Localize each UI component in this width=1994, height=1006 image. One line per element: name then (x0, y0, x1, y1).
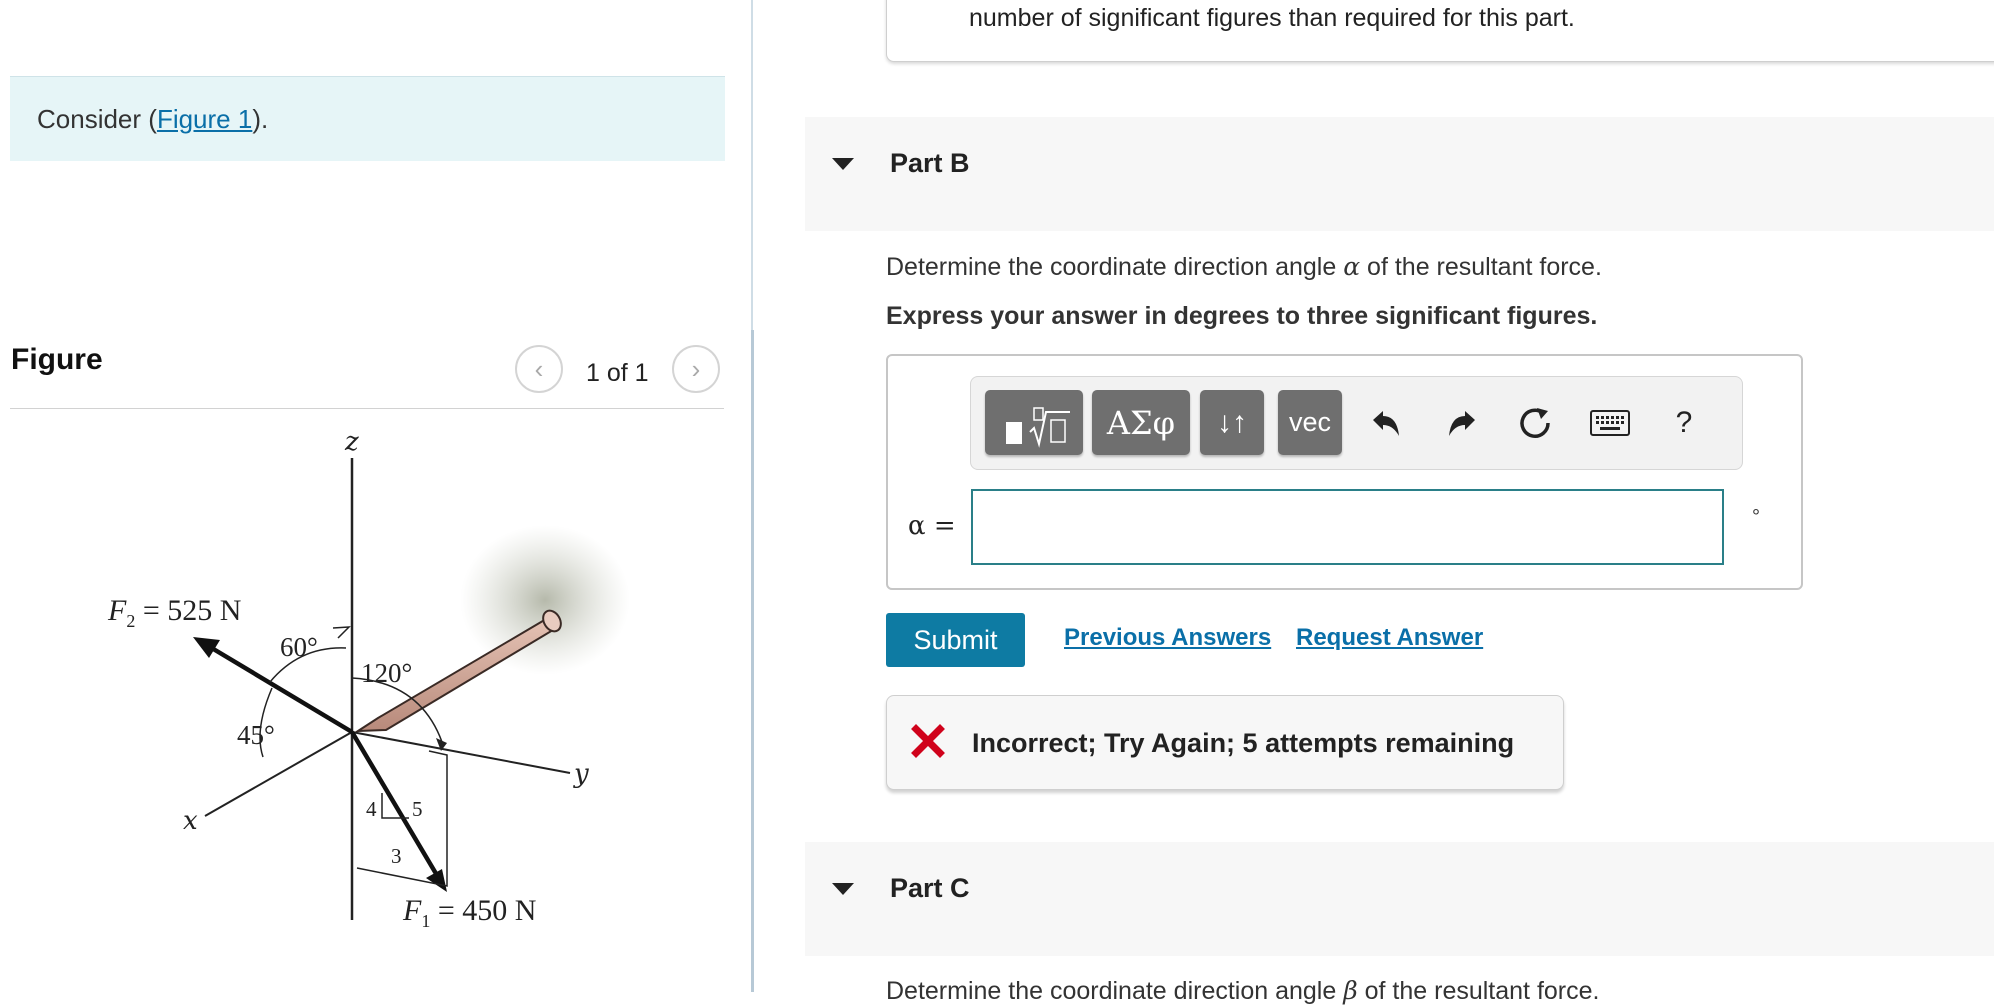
figure-1-link[interactable]: Figure 1 (157, 104, 252, 134)
previous-part-feedback-text: number of significant figures than requi… (969, 4, 1575, 32)
greek-symbols-button[interactable]: ΑΣφ (1092, 390, 1190, 455)
part-c-label: Part C (890, 873, 970, 903)
angle-120-label: 120° (361, 658, 412, 688)
consider-prefix: Consider ( (37, 104, 157, 134)
beta-symbol: β (1343, 976, 1358, 1005)
y-axis-line (351, 731, 571, 774)
part-b-instruction: Express your answer in degrees to three … (886, 302, 1598, 330)
consider-banner: Consider (Figure 1). (10, 76, 725, 161)
submit-button[interactable]: Submit (886, 613, 1025, 667)
consider-suffix: ). (252, 104, 269, 134)
request-answer-link[interactable]: Request Answer (1296, 624, 1483, 652)
triangle-4-label: 4 (366, 797, 377, 821)
chevron-right-icon: › (691, 353, 701, 384)
templates-icon (1006, 406, 1070, 448)
alpha-answer-label: α = (908, 511, 956, 541)
figure-title: Figure (11, 343, 103, 376)
y-axis-label: y (573, 759, 589, 789)
part-b-label: Part B (890, 148, 970, 178)
angle-60-label: 60° (280, 632, 318, 662)
figure-panel: Consider (Figure 1). Figure ‹ 1 of 1 › z… (0, 0, 752, 992)
keyboard-icon (1590, 410, 1630, 436)
alpha-answer-input[interactable] (971, 489, 1724, 565)
alpha-symbol: α (1343, 252, 1361, 281)
figure-counter: 1 of 1 (586, 359, 649, 387)
keyboard-button[interactable] (1588, 401, 1632, 445)
figure-divider (10, 408, 724, 409)
part-b-question: Determine the coordinate direction angle… (886, 252, 1602, 281)
collapse-triangle-icon[interactable] (832, 158, 854, 170)
f2-arrowhead (193, 637, 220, 658)
x-axis-label: x (183, 806, 198, 836)
z-axis-label: z (344, 427, 359, 457)
chevron-left-icon: ‹ (534, 353, 544, 384)
part-b-header[interactable]: Part B (805, 117, 1994, 231)
x-axis-line (204, 731, 353, 817)
collapse-triangle-icon[interactable] (832, 883, 854, 895)
redo-icon (1449, 411, 1475, 436)
help-button[interactable]: ? (1664, 401, 1704, 445)
part-c-header[interactable]: Part C (805, 842, 1994, 956)
part-c-question: Determine the coordinate direction angle… (886, 976, 1600, 1005)
redo-button[interactable] (1442, 401, 1482, 445)
triangle-3-label: 3 (391, 844, 402, 868)
f1-label: F1 = 450 N (402, 894, 536, 931)
previous-figure-button[interactable]: ‹ (515, 345, 563, 393)
f2-label: F2 = 525 N (107, 594, 241, 631)
feedback-message: Incorrect; Try Again; 5 attempts remaini… (972, 728, 1515, 758)
triangle-5-label: 5 (412, 797, 423, 821)
force-diagram-image: z y x F2 = 525 N F1 = 450 N 60° 120° 45°… (107, 427, 630, 931)
vector-button[interactable]: vec (1278, 390, 1342, 455)
undo-icon (1373, 411, 1399, 436)
incorrect-x-icon (911, 724, 945, 758)
f2-arrow-line (203, 642, 354, 734)
angle-45-label: 45° (237, 720, 275, 750)
reset-button[interactable] (1516, 401, 1556, 445)
pane-resize-handle[interactable] (751, 330, 754, 992)
arrows-button[interactable]: ↓↑ (1200, 390, 1264, 455)
degree-unit-label: ° (1752, 506, 1760, 528)
background-blur-shape (460, 525, 630, 675)
next-figure-button[interactable]: › (672, 345, 720, 393)
reset-icon (1520, 408, 1550, 438)
undo-button[interactable] (1366, 401, 1406, 445)
f1-arrowhead (426, 869, 447, 892)
templates-button[interactable] (985, 390, 1083, 455)
previous-answers-link[interactable]: Previous Answers (1064, 624, 1271, 652)
